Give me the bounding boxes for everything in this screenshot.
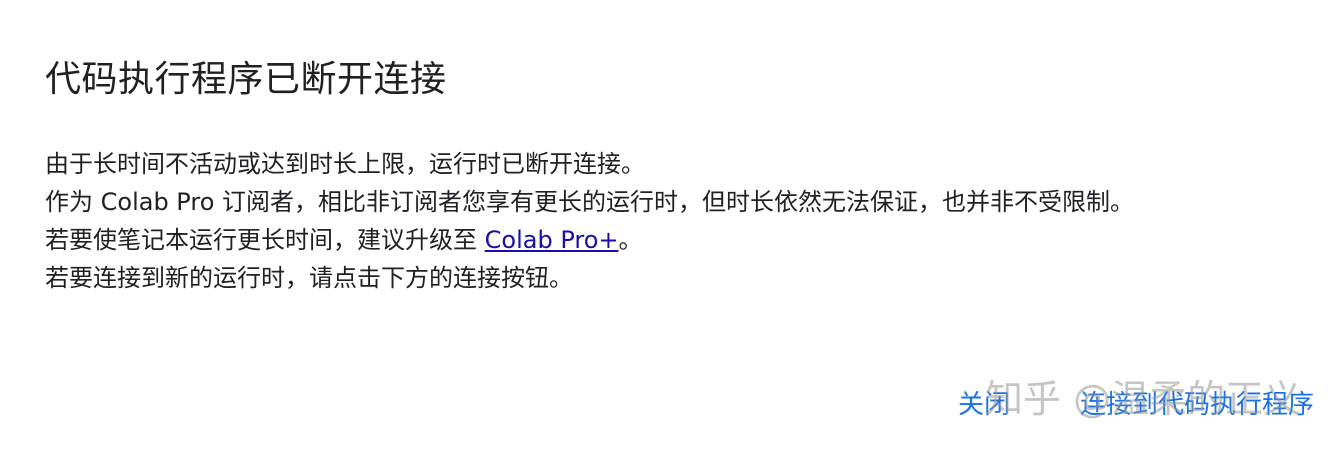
connect-button[interactable]: 连接到代码执行程序 — [1080, 384, 1314, 421]
message-line: 若要连接到新的运行时，请点击下方的连接按钮。 — [45, 264, 573, 292]
message-line: 由于长时间不活动或达到时长上限，运行时已断开连接。 — [45, 150, 645, 178]
dialog-title: 代码执行程序已断开连接 — [45, 59, 447, 100]
message-text: 。 — [618, 226, 643, 254]
close-button[interactable]: 关闭 — [958, 384, 1010, 421]
message-line: 若要使笔记本运行更长时间，建议升级至 Colab Pro+。 — [45, 221, 1134, 259]
message-line: 作为 Colab Pro 订阅者，相比非订阅者您享有更长的运行时，但时长依然无法… — [45, 188, 1135, 216]
dialog-actions: 关闭 连接到代码执行程序 — [958, 384, 1314, 421]
dialog-body: 由于长时间不活动或达到时长上限，运行时已断开连接。 作为 Colab Pro 订… — [45, 145, 1134, 297]
message-text: 若要使笔记本运行更长时间，建议升级至 — [45, 226, 485, 254]
colab-pro-plus-link[interactable]: Colab Pro+ — [485, 226, 619, 254]
